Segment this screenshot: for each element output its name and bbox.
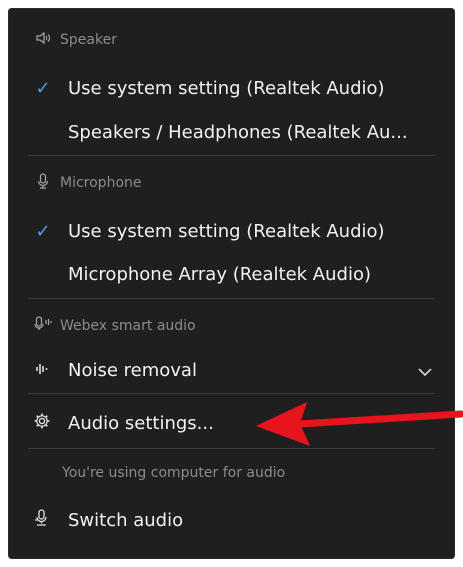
noise-removal-dropdown[interactable]: Noise removal xyxy=(8,350,455,390)
noise-removal-label: Noise removal xyxy=(68,359,197,381)
microphone-header-label: Microphone xyxy=(60,175,142,191)
check-icon: ✓ xyxy=(35,77,51,99)
smart-audio-icon xyxy=(34,316,52,336)
microphone-option-label: Microphone Array (Realtek Audio) xyxy=(68,263,371,285)
microphone-section-header: Microphone xyxy=(8,170,142,196)
audio-menu: Speaker ✓ Use system setting (Realtek Au… xyxy=(8,8,455,559)
audio-status-note: You're using computer for audio xyxy=(62,465,286,481)
divider xyxy=(28,448,435,449)
microphone-option-system[interactable]: ✓ Use system setting (Realtek Audio) xyxy=(8,211,455,251)
microphone-option-label: Use system setting (Realtek Audio) xyxy=(68,220,385,242)
check-icon: ✓ xyxy=(35,220,51,242)
speaker-section-header: Speaker xyxy=(8,27,117,53)
speaker-option-system[interactable]: ✓ Use system setting (Realtek Audio) xyxy=(8,68,455,108)
chevron-down-icon[interactable] xyxy=(417,361,433,382)
smart-audio-header-label: Webex smart audio xyxy=(60,318,196,334)
audio-settings-item[interactable]: Audio settings... xyxy=(8,403,455,443)
speaker-icon xyxy=(34,31,52,49)
smart-audio-section-header: Webex smart audio xyxy=(8,313,196,339)
divider xyxy=(28,298,435,299)
microphone-icon xyxy=(34,173,52,193)
audio-settings-label: Audio settings... xyxy=(68,412,214,434)
noise-removal-icon xyxy=(32,361,52,380)
gear-icon xyxy=(32,412,52,434)
microphone-option-array[interactable]: Microphone Array (Realtek Audio) xyxy=(8,254,455,294)
switch-audio-icon xyxy=(32,509,52,531)
speaker-option-label: Use system setting (Realtek Audio) xyxy=(68,77,385,99)
divider xyxy=(28,393,435,394)
divider xyxy=(28,155,435,156)
speaker-option-headphones[interactable]: Speakers / Headphones (Realtek Au... xyxy=(8,112,455,152)
switch-audio-button[interactable]: Switch audio xyxy=(8,500,455,540)
switch-audio-label: Switch audio xyxy=(68,509,184,531)
speaker-header-label: Speaker xyxy=(60,32,117,48)
speaker-option-label: Speakers / Headphones (Realtek Au... xyxy=(68,121,408,143)
